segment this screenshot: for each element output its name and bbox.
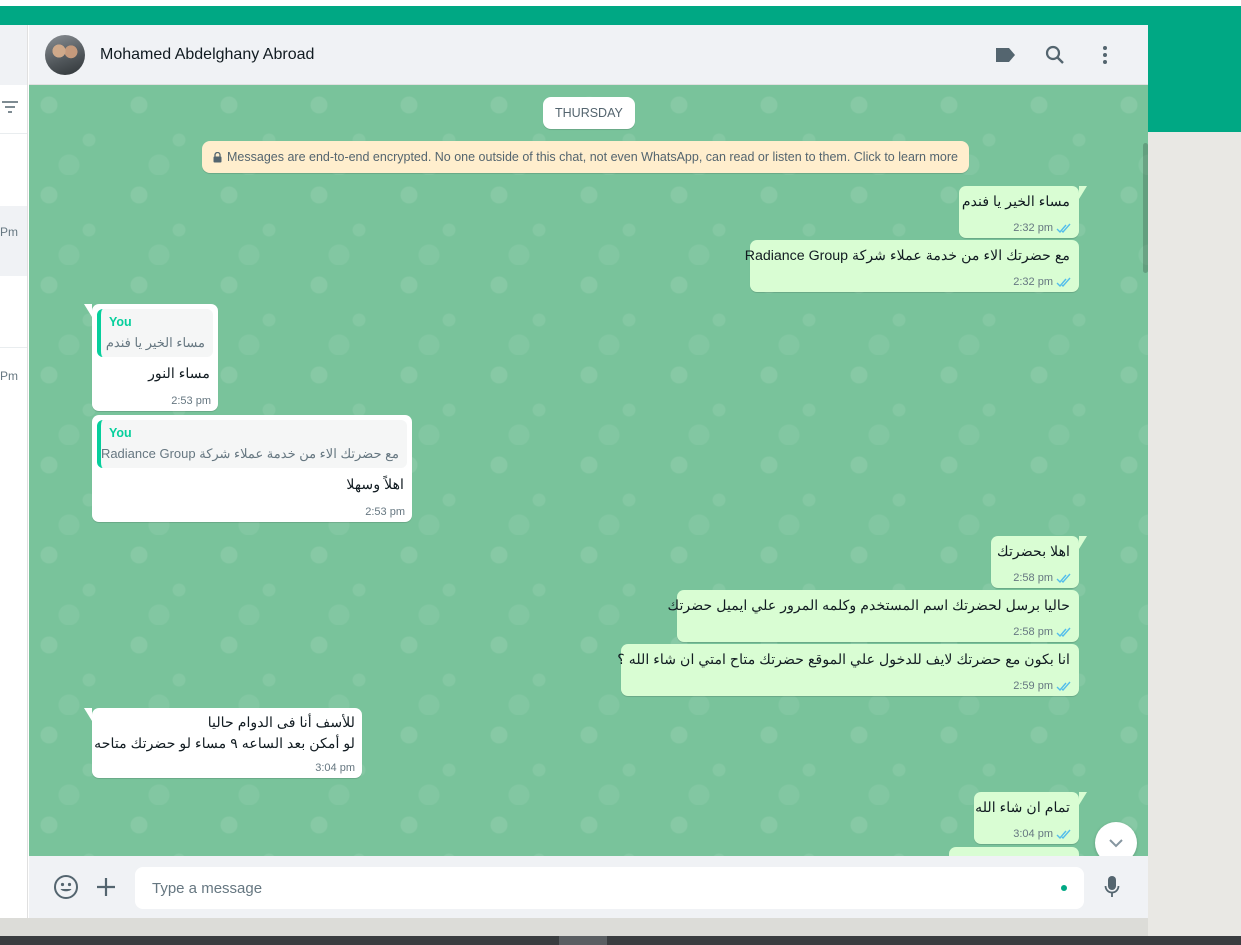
lock-icon [213, 151, 222, 163]
message-text: اهلاً وسهلا [346, 477, 404, 493]
attach-plus-icon[interactable] [85, 866, 127, 908]
bubble-tail [84, 708, 92, 721]
contact-name[interactable]: Mohamed Abdelghany Abroad [100, 46, 314, 64]
sidebar-divider [0, 133, 27, 134]
message-time: 2:53 pm [171, 395, 211, 407]
message-time: 2:53 pm [365, 506, 405, 518]
message-text-line: لو أمكن بعد الساعه ٩ مساء لو حضرتك متاحه [94, 736, 355, 752]
quoted-message[interactable]: You مع حضرتك الاء من خدمة عملاء شركة Rad… [97, 420, 407, 468]
message-meta: 2:32 pm [1013, 276, 1072, 288]
message-meta: 2:53 pm [365, 506, 405, 518]
message-text: اهلا بحضرتك [997, 544, 1070, 560]
avatar[interactable] [45, 34, 85, 75]
sidebar-chat-item-selected[interactable] [0, 206, 27, 276]
bubble-tail [1079, 186, 1087, 199]
composer-bar [29, 856, 1148, 918]
quoted-message[interactable]: You مساء الخير يا فندم [97, 309, 213, 357]
message-text: انا بكون مع حضرتك لايف للدخول علي الموقع… [617, 652, 1070, 668]
message-meta: 2:32 pm [1013, 222, 1072, 234]
menu-icon[interactable] [1080, 35, 1130, 75]
desktop-background [1148, 132, 1241, 936]
microphone-icon[interactable] [1091, 866, 1133, 908]
message-time: 2:32 pm [1013, 222, 1053, 234]
chevron-down-icon [1108, 838, 1124, 848]
chat-list-sidebar: Pm Pm [0, 25, 28, 918]
search-icon[interactable] [1030, 35, 1080, 75]
message-outgoing[interactable]: مع حضرتك الاء من خدمة عملاء شركة Radianc… [744, 240, 1079, 292]
message-text: مساء النور [148, 366, 210, 382]
message-outgoing[interactable]: حاليا برسل لحضرتك اسم المستخدم وكلمه الم… [667, 590, 1079, 642]
conversation-panel[interactable]: THURSDAY Messages are end-to-end encrypt… [29, 85, 1148, 856]
message-text: مساء الخير يا فندم [961, 194, 1070, 210]
bubble-tail [84, 304, 92, 317]
encryption-notice-text: Messages are end-to-end encrypted. No on… [227, 150, 958, 164]
message-meta: 3:04 pm [315, 762, 355, 774]
read-ticks-icon [1056, 829, 1072, 840]
sidebar-header [0, 25, 27, 85]
message-outgoing[interactable]: تمام ان شاء الله 3:04 pm [974, 792, 1087, 844]
message-outgoing[interactable]: مساء الخير يا فندم 2:32 pm [959, 186, 1087, 238]
quote-author: You [109, 426, 132, 440]
message-meta: 2:59 pm [1013, 680, 1072, 692]
message-time: 2:32 pm [1013, 276, 1053, 288]
sidebar-chat-time: Pm [0, 225, 18, 239]
message-text: حاليا برسل لحضرتك اسم المستخدم وكلمه الم… [667, 598, 1070, 614]
read-ticks-icon [1056, 277, 1072, 288]
message-text: مع حضرتك الاء من خدمة عملاء شركة Radianc… [744, 248, 1070, 264]
label-icon[interactable] [980, 35, 1030, 75]
message-meta: 2:53 pm [171, 395, 211, 407]
taskbar-item[interactable] [559, 936, 607, 945]
message-meta: 2:58 pm [1013, 572, 1072, 584]
message-outgoing[interactable]: اهلا بحضرتك 2:58 pm [991, 536, 1087, 588]
message-incoming[interactable]: You مع حضرتك الاء من خدمة عملاء شركة Rad… [92, 415, 412, 522]
message-outgoing[interactable]: انا بكون مع حضرتك لايف للدخول علي الموقع… [617, 644, 1079, 696]
read-ticks-icon [1056, 627, 1072, 638]
sidebar-divider [0, 347, 27, 348]
message-meta: 2:58 pm [1013, 626, 1072, 638]
scroll-down-button[interactable] [1095, 822, 1137, 856]
message-time: 3:04 pm [315, 762, 355, 774]
input-indicator-dot [1061, 885, 1067, 891]
emoji-icon[interactable] [45, 866, 87, 908]
quote-text: مع حضرتك الاء من خدمة عملاء شركة Radianc… [100, 446, 399, 461]
whatsapp-app: Pm Pm Mohamed Abdelghany Abroad THURSDAY [0, 25, 1148, 918]
message-time: 2:59 pm [1013, 680, 1053, 692]
message-text: تمام ان شاء الله [975, 800, 1070, 816]
filter-icon[interactable] [0, 97, 20, 117]
read-ticks-icon [1056, 223, 1072, 234]
message-time: 2:58 pm [1013, 572, 1053, 584]
header-actions [980, 25, 1130, 85]
encryption-notice[interactable]: Messages are end-to-end encrypted. No on… [202, 141, 969, 173]
sidebar-chat-time: Pm [0, 369, 18, 383]
chat-header: Mohamed Abdelghany Abroad [29, 25, 1148, 85]
message-input[interactable] [135, 867, 1084, 909]
message-incoming[interactable]: You مساء الخير يا فندم مساء النور 2:53 p… [84, 304, 218, 411]
quote-text: مساء الخير يا فندم [105, 335, 205, 350]
read-ticks-icon [1056, 681, 1072, 692]
quote-author: You [109, 315, 132, 329]
bubble-tail [1079, 536, 1087, 549]
message-text-line: للأسف أنا فى الدوام حاليا [207, 715, 355, 731]
os-taskbar [0, 936, 1241, 945]
read-ticks-icon [1056, 573, 1072, 584]
date-divider: THURSDAY [543, 97, 635, 129]
message-incoming[interactable]: للأسف أنا فى الدوام حاليا لو أمكن بعد ال… [84, 708, 362, 778]
message-time: 3:04 pm [1013, 828, 1053, 840]
message-time: 2:58 pm [1013, 626, 1053, 638]
message-outgoing-partial[interactable] [949, 847, 1079, 856]
bubble-tail [1079, 792, 1087, 805]
scrollbar[interactable] [1143, 143, 1148, 273]
message-meta: 3:04 pm [1013, 828, 1072, 840]
